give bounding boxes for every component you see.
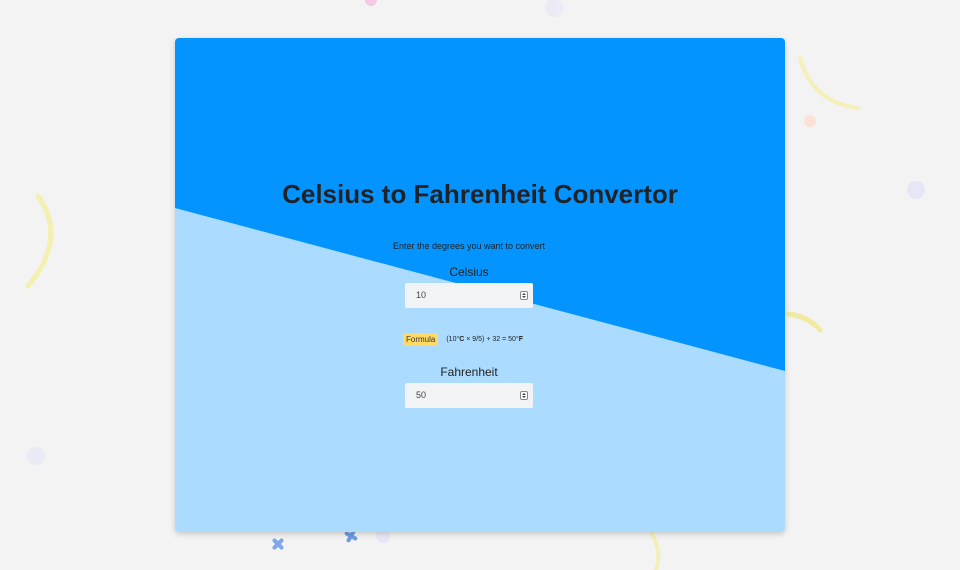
lavender-dot-right-icon — [907, 181, 925, 199]
orange-dot-icon — [804, 115, 816, 127]
up-down-spinner-icon[interactable] — [520, 291, 528, 300]
formula-row: Formula (10°C × 9/5) + 32 = 50°F — [403, 332, 523, 346]
yellow-arc-left-icon — [25, 193, 54, 289]
formula-expression-start: (10° — [446, 335, 460, 343]
fahrenheit-input[interactable]: 50 — [405, 383, 533, 408]
fahrenheit-label: Fahrenheit — [440, 365, 498, 379]
yellow-arc-right-top-icon — [798, 56, 860, 110]
celsius-input-value: 10 — [416, 290, 427, 300]
page-title: Celsius to Fahrenheit Convertor — [282, 179, 678, 209]
yellow-arc-right-mid-icon — [785, 311, 823, 333]
yellow-arc-bottom-icon — [650, 532, 661, 570]
instruction-text: Enter the degrees you want to convert — [392, 241, 546, 251]
formula-badge: Formula — [403, 332, 439, 346]
celsius-input[interactable]: 10 — [405, 283, 533, 308]
up-down-spinner-icon[interactable] — [520, 391, 528, 400]
lavender-dot-left-icon — [27, 447, 45, 465]
converter-card: Celsius to Fahrenheit Convertor Enter th… — [175, 38, 785, 532]
pink-dot-icon — [365, 0, 377, 6]
formula-expression-mid: × 9/5) + 32 = 50° — [464, 335, 519, 343]
formula-f-unit: F — [518, 335, 523, 343]
fahrenheit-input-value: 50 — [416, 390, 427, 400]
lavender-dot-top-icon — [545, 0, 563, 17]
formula-expression: (10°C × 9/5) + 32 = 50°F — [446, 336, 523, 343]
celsius-label: Celsius — [449, 265, 489, 279]
blue-star-left-icon — [272, 538, 284, 550]
